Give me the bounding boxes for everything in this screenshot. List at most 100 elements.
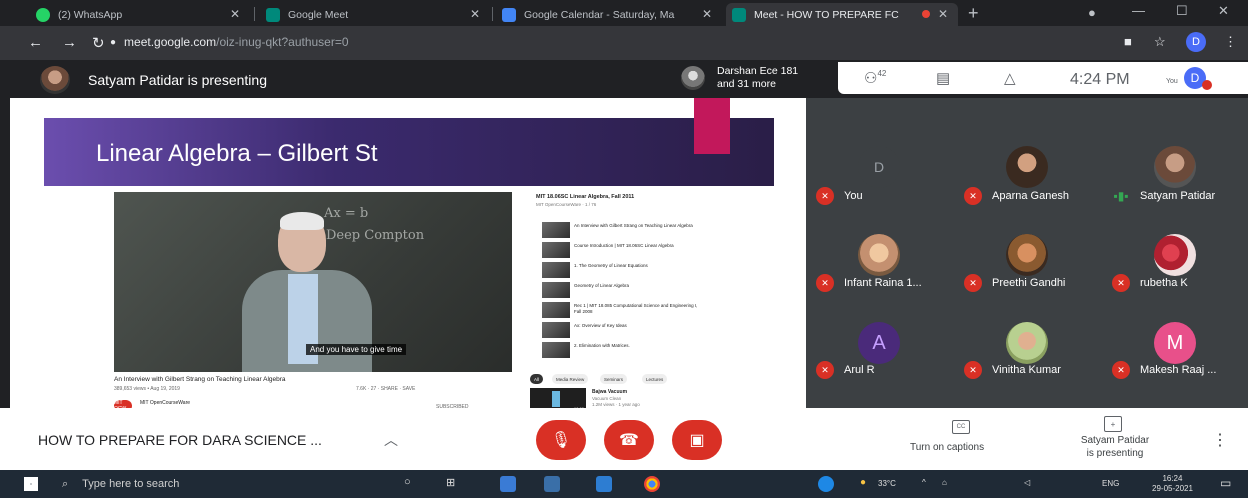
- participant-avatar: [1154, 146, 1196, 188]
- reload-icon[interactable]: ↻: [92, 34, 105, 52]
- cortana-icon[interactable]: ○: [404, 476, 411, 488]
- muted-mic-icon: ✕: [964, 274, 982, 292]
- muted-mic-icon: ✕: [1112, 361, 1130, 379]
- language-indicator[interactable]: ENG: [1102, 479, 1119, 488]
- chrome-icon[interactable]: [644, 476, 660, 492]
- maximize-icon[interactable]: ☐: [1176, 3, 1188, 19]
- presentation-stage: Linear Algebra – Gilbert St Ax = b Deep …: [10, 98, 806, 412]
- participant-tile[interactable]: ✕ Aparna Ganesh: [954, 98, 1100, 205]
- people-button[interactable]: ⚇42: [864, 69, 886, 87]
- channel-name[interactable]: MIT OpenCourseWare: [140, 400, 190, 406]
- more-options-icon[interactable]: ⋮: [1212, 430, 1228, 450]
- store-icon[interactable]: [544, 476, 560, 492]
- participant-tile[interactable]: ✕ Infant Raina 1...: [806, 198, 952, 298]
- present-icon[interactable]: +: [1104, 416, 1122, 432]
- captions-button[interactable]: Turn on captions: [910, 442, 984, 453]
- temperature[interactable]: 33°C: [878, 479, 896, 488]
- participants-preview[interactable]: Darshan Ece 181 and 31 more: [673, 62, 807, 96]
- close-tab-icon[interactable]: ✕: [702, 7, 712, 21]
- playlist-thumbnail: [542, 262, 570, 278]
- app-tray-icon[interactable]: [818, 476, 834, 492]
- minimize-icon[interactable]: —: [1132, 3, 1145, 18]
- presenting-name: Satyam Patidar: [1080, 435, 1150, 446]
- tab-search-icon[interactable]: ●: [1088, 5, 1096, 20]
- task-view-icon[interactable]: ⊞: [446, 476, 455, 489]
- participant-tile[interactable]: ✕ rubetha K: [1102, 198, 1248, 298]
- url-field[interactable]: ● meet.google.com /oiz-inug-qkt?authuser…: [110, 30, 1150, 54]
- participant-tile[interactable]: M ✕ Makesh Raaj ...: [1102, 298, 1248, 398]
- close-tab-icon[interactable]: ✕: [230, 7, 240, 21]
- forward-icon[interactable]: →: [62, 34, 77, 51]
- participant-tile[interactable]: D ✕ You: [806, 98, 952, 205]
- playlist-item[interactable]: 2. Elimination with Matrices.: [542, 342, 702, 360]
- youtube-video[interactable]: Ax = b Deep Compton And you have to give…: [114, 192, 512, 372]
- tab-meet-active[interactable]: Meet - HOW TO PREPARE FC ✕: [726, 3, 958, 26]
- tab-whatsapp[interactable]: (2) WhatsApp ✕: [30, 3, 250, 26]
- recommended-meta: 1.2M views · 1 year ago: [592, 401, 640, 407]
- presenting-status[interactable]: Satyam Patidar is presenting: [1070, 434, 1160, 460]
- participants-line-2: and 31 more: [717, 78, 776, 90]
- mic-toggle-button[interactable]: 🎙: [536, 420, 586, 460]
- chip-seminars[interactable]: Seminars: [600, 374, 628, 384]
- participant-avatar: [1006, 322, 1048, 364]
- playlist-item[interactable]: Course Introduction | MIT 18.06SC Linear…: [542, 242, 702, 260]
- muted-mic-icon: ✕: [816, 361, 834, 379]
- tray-network-icon[interactable]: ⌂: [942, 478, 947, 487]
- leave-call-button[interactable]: ☎: [604, 420, 654, 460]
- camera-indicator-icon[interactable]: ■: [1124, 34, 1132, 49]
- meeting-title[interactable]: HOW TO PREPARE FOR DARA SCIENCE ...: [38, 432, 322, 448]
- meeting-time: 4:24 PM: [1070, 71, 1130, 88]
- tab-google-calendar[interactable]: Google Calendar - Saturday, Ma ✕: [496, 3, 722, 26]
- new-tab-button[interactable]: +: [968, 3, 979, 24]
- captions-icon[interactable]: CC: [952, 420, 970, 434]
- participant-grid: D ✕ You ✕ Aparna Ganesh ▪▮▪ Satyam Patid…: [806, 98, 1248, 408]
- chat-icon[interactable]: ▤: [936, 69, 950, 87]
- playlist-item[interactable]: 1. The Geometry of Linear Equations: [542, 262, 702, 280]
- close-tab-icon[interactable]: ✕: [938, 7, 948, 21]
- video-actions[interactable]: 7.6K · 27 · SHARE · SAVE: [356, 386, 415, 392]
- playlist-thumbnail: [542, 302, 570, 318]
- chip-all[interactable]: All: [530, 374, 544, 384]
- taskbar-search[interactable]: ⌕ Type here to search: [56, 474, 376, 494]
- mic-off-icon: 🎙: [550, 432, 572, 449]
- close-window-icon[interactable]: ✕: [1218, 3, 1229, 19]
- notification-icon[interactable]: ▭: [1220, 476, 1231, 490]
- meet-bottom-bar: HOW TO PREPARE FOR DARA SCIENCE ... ︿ 🎙 …: [0, 408, 1248, 470]
- taskbar-clock[interactable]: 16:24 29-05-2021: [1152, 474, 1193, 494]
- mail-icon[interactable]: [596, 476, 612, 492]
- playlist-item[interactable]: Ax: Overview of Key Ideas: [542, 322, 702, 340]
- participant-tile[interactable]: ✕ Vinitha Kumar: [954, 298, 1100, 398]
- playlist-item-title: Ax: Overview of Key Ideas: [574, 323, 627, 328]
- playlist-item[interactable]: Geometry of Linear Algebra: [542, 282, 702, 300]
- back-icon[interactable]: ←: [28, 34, 43, 51]
- activities-icon[interactable]: △: [1004, 69, 1016, 87]
- muted-mic-icon: ✕: [1112, 274, 1130, 292]
- tray-chevron-icon[interactable]: ^: [922, 478, 926, 487]
- tray-volume-icon[interactable]: ◁: [1024, 478, 1030, 487]
- browser-menu-icon[interactable]: ⋮: [1224, 34, 1237, 50]
- chevron-up-icon[interactable]: ︿: [384, 430, 398, 450]
- chip-media-review[interactable]: Media Review: [552, 374, 589, 384]
- participant-tile[interactable]: A ✕ Arul R: [806, 298, 952, 398]
- playlist-item[interactable]: An Interview with Gilbert Strang on Teac…: [542, 222, 702, 240]
- bookmark-star-icon[interactable]: ☆: [1154, 34, 1166, 50]
- playlist-item-title: Geometry of Linear Algebra: [574, 283, 630, 288]
- playlist-item[interactable]: Rec 1 | MIT 18.085 Computational Science…: [542, 302, 702, 320]
- file-explorer-icon[interactable]: [500, 476, 516, 492]
- weather-icon[interactable]: ●: [860, 477, 866, 488]
- participant-tile[interactable]: ✕ Preethi Gandhi: [954, 198, 1100, 298]
- tab-google-meet[interactable]: Google Meet ✕: [260, 3, 490, 26]
- chip-lectures[interactable]: Lectures: [642, 374, 668, 384]
- windows-start-icon[interactable]: [24, 477, 38, 491]
- playlist-title: MIT 18.06SC Linear Algebra, Fall 2011: [536, 194, 635, 200]
- presenter-avatar: [40, 66, 70, 94]
- playlist-thumbnail: [542, 322, 570, 338]
- participant-avatar: D: [858, 146, 900, 188]
- video-title[interactable]: An Interview with Gilbert Strang on Teac…: [114, 376, 286, 383]
- close-tab-icon[interactable]: ✕: [470, 7, 480, 21]
- camera-toggle-button[interactable]: ▣: [672, 420, 722, 460]
- profile-avatar[interactable]: D: [1186, 32, 1206, 52]
- presenting-status-text: is presenting: [1086, 448, 1144, 459]
- participant-name: Makesh Raaj ...: [1140, 364, 1217, 376]
- participant-tile[interactable]: ▪▮▪ Satyam Patidar: [1102, 98, 1248, 203]
